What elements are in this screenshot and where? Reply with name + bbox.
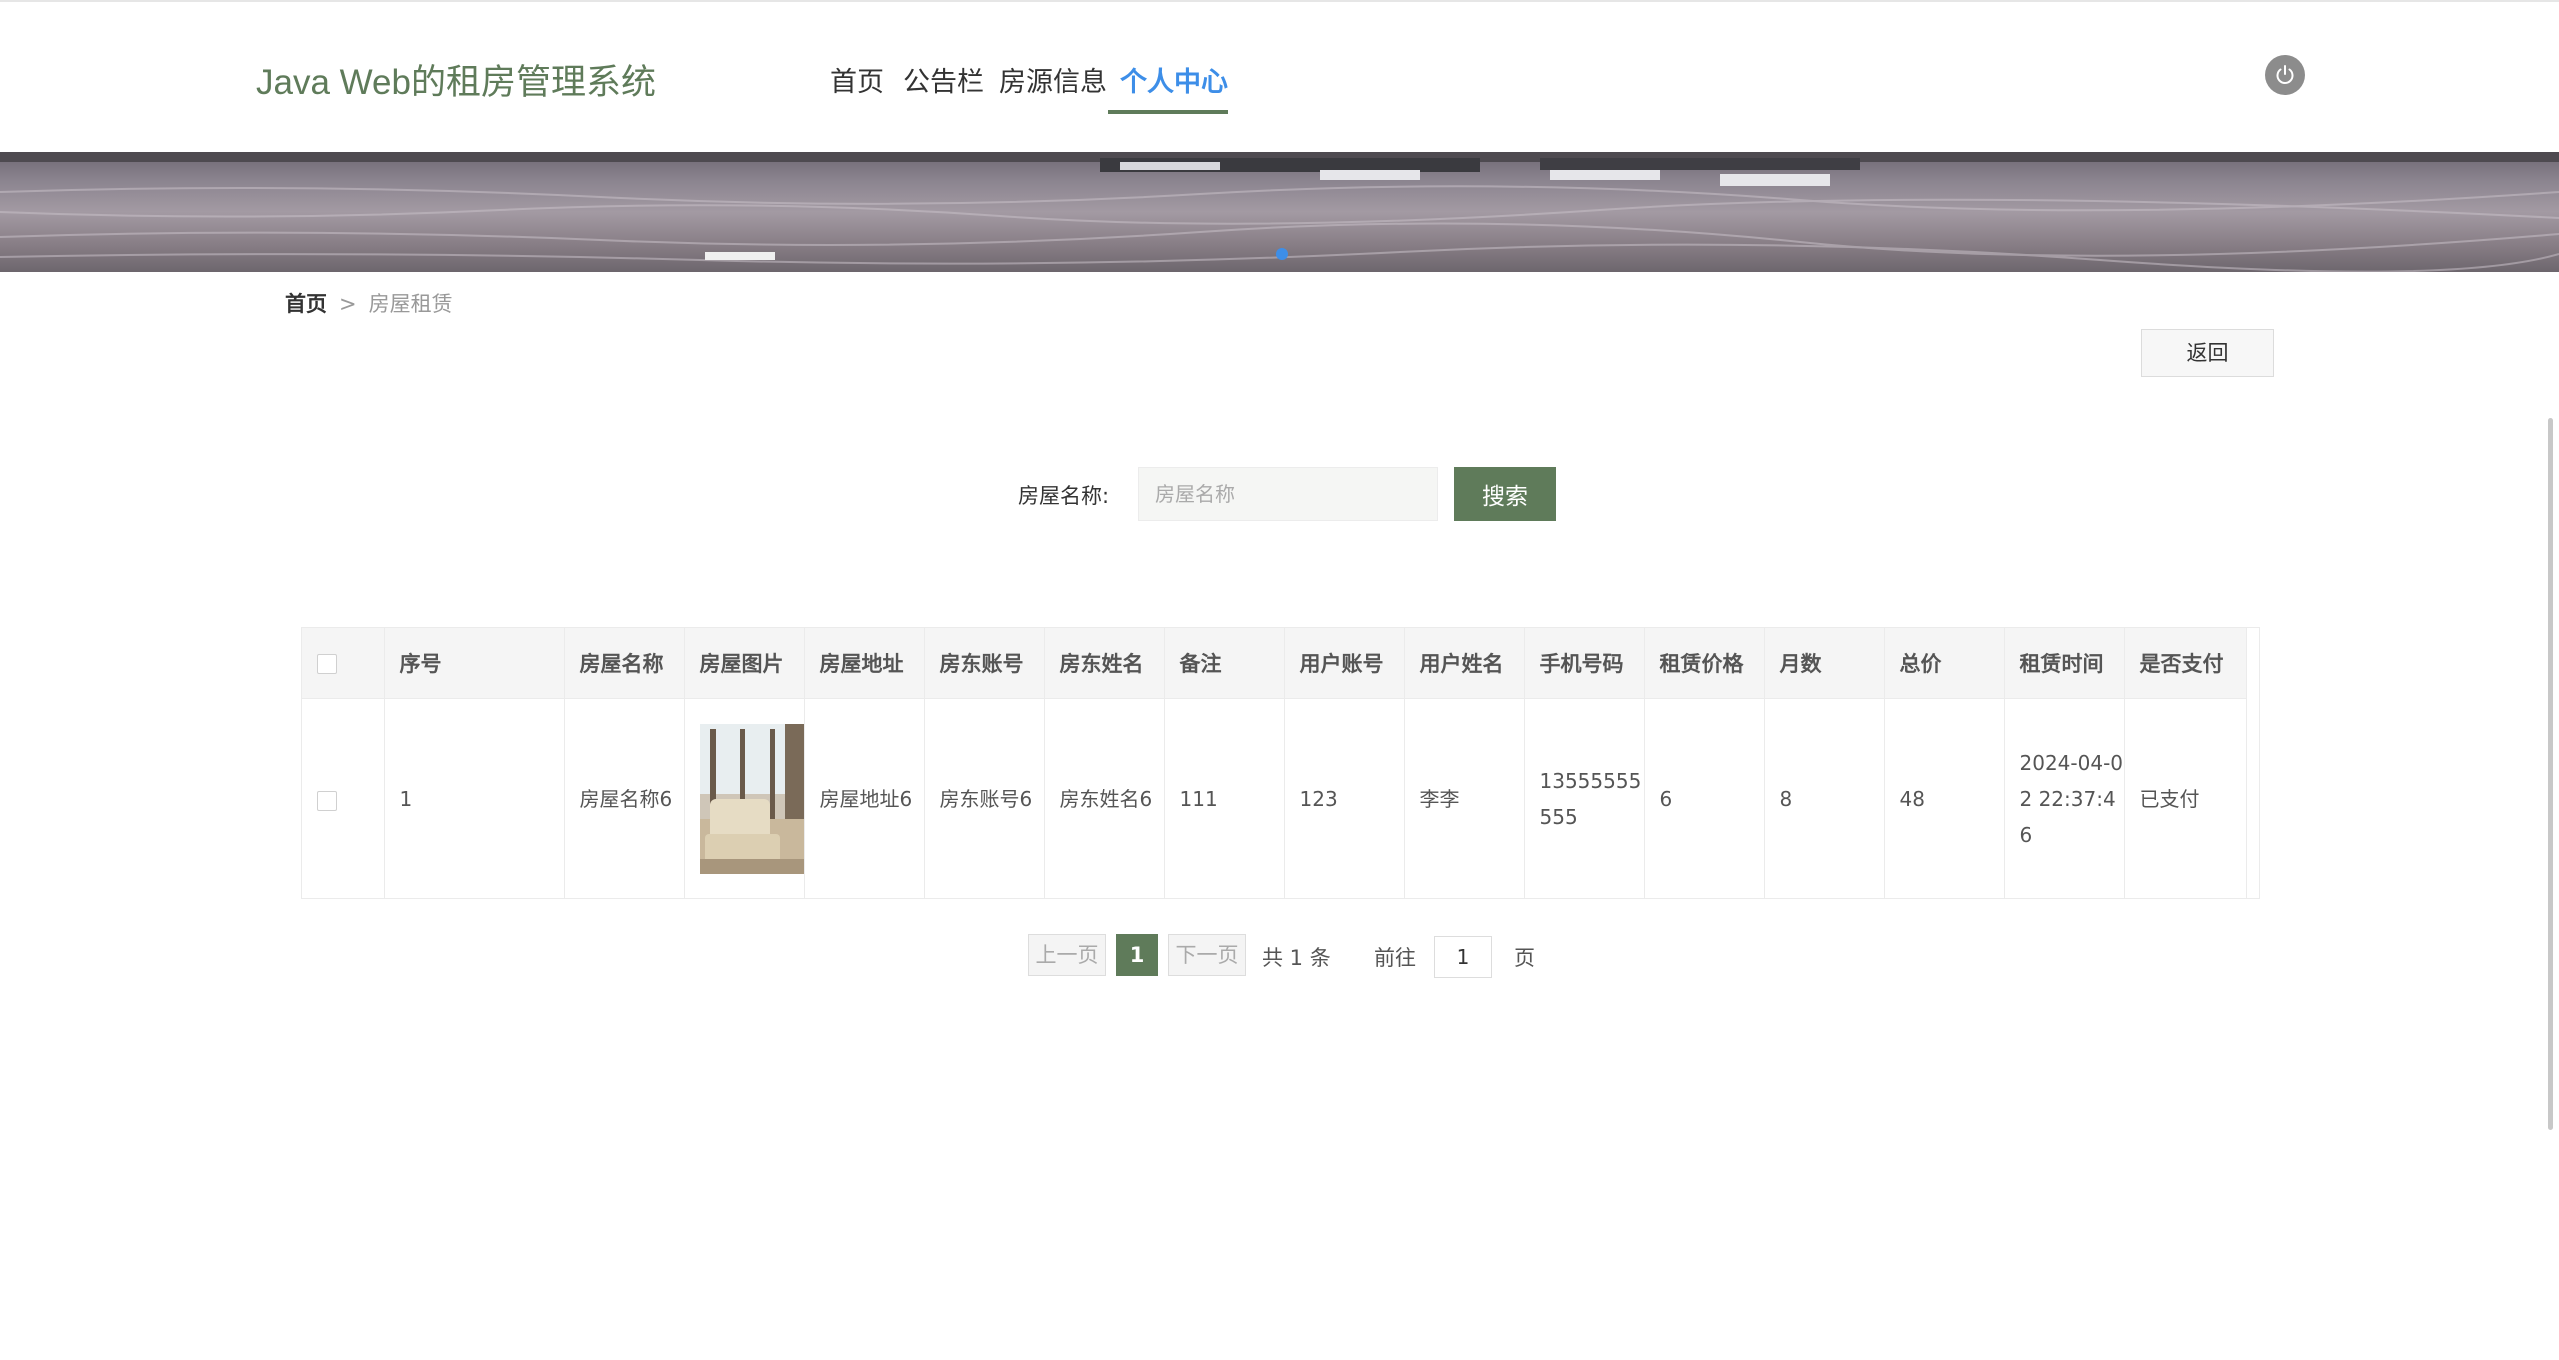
column-header: 备注 [1164, 628, 1285, 699]
carousel-indicator[interactable] [1276, 248, 1288, 260]
column-header: 房屋图片 [684, 628, 805, 699]
nav-notice-board[interactable]: 公告栏 [903, 60, 984, 99]
column-header: 用户姓名 [1404, 628, 1525, 699]
goto-label: 前往 [1374, 946, 1416, 970]
cell-index: 1 [384, 698, 565, 898]
breadcrumb-separator: > [339, 292, 357, 316]
site-title: Java Web的租房管理系统 [256, 63, 656, 102]
table-row[interactable]: 1 房屋名称6 房屋地址6 房东账号6 房东姓名6 111 123 李李 135… [302, 698, 2247, 898]
banner-carousel [0, 152, 2559, 272]
column-header: 租赁价格 [1644, 628, 1765, 699]
column-header: 是否支付 [2124, 628, 2247, 699]
column-header: 房东姓名 [1044, 628, 1165, 699]
column-header: 房屋名称 [564, 628, 685, 699]
prev-page-button[interactable]: 上一页 [1028, 934, 1106, 976]
cell-house-name: 房屋名称6 [564, 698, 685, 898]
house-thumbnail[interactable] [699, 724, 804, 874]
column-header: 手机号码 [1524, 628, 1645, 699]
nav-house-listings[interactable]: 房源信息 [999, 60, 1107, 99]
row-checkbox[interactable] [317, 790, 337, 811]
select-all-checkbox[interactable] [317, 654, 337, 674]
cell-user-name: 李李 [1404, 698, 1525, 898]
cell-total: 48 [1884, 698, 2005, 898]
logout-button[interactable] [2265, 55, 2305, 95]
cell-user-account: 123 [1284, 698, 1405, 898]
cell-remark: 111 [1164, 698, 1285, 898]
header-select-all [302, 628, 385, 699]
nav-personal-center[interactable]: 个人中心 [1120, 60, 1228, 99]
goto-page-input[interactable] [1434, 936, 1492, 978]
column-header: 总价 [1884, 628, 2005, 699]
cell-rent-time: 2024-04-02 22:37:46 [2004, 698, 2125, 898]
column-header: 房屋地址 [804, 628, 925, 699]
column-header: 月数 [1764, 628, 1885, 699]
table-header-row: 序号 房屋名称 房屋图片 房屋地址 房东账号 房东姓名 备注 用户账号 用户姓名… [302, 628, 2247, 699]
cell-months: 8 [1764, 698, 1885, 898]
page-suffix: 页 [1514, 946, 1535, 970]
power-icon [2276, 65, 2294, 84]
page-scrollbar[interactable] [2548, 418, 2553, 1130]
cell-landlord-name: 房东姓名6 [1044, 698, 1165, 898]
cell-price: 6 [1644, 698, 1765, 898]
nav-active-underline [1108, 110, 1228, 114]
column-header: 序号 [384, 628, 565, 699]
column-header: 房东账号 [924, 628, 1045, 699]
nav-home[interactable]: 首页 [830, 60, 884, 99]
cell-phone: 13555555555 [1524, 698, 1645, 898]
cell-paid-status: 已支付 [2124, 698, 2247, 898]
total-count: 共 1 条 [1262, 946, 1331, 970]
next-page-button[interactable]: 下一页 [1168, 934, 1246, 976]
page-number-current[interactable]: 1 [1116, 934, 1158, 976]
site-header: Java Web的租房管理系统 首页 公告栏 房源信息 个人中心 [0, 2, 2559, 152]
search-button[interactable]: 搜索 [1454, 467, 1556, 521]
cell-landlord-account: 房东账号6 [924, 698, 1045, 898]
column-header: 用户账号 [1284, 628, 1405, 699]
breadcrumb-home[interactable]: 首页 [285, 292, 327, 316]
back-button[interactable]: 返回 [2141, 329, 2274, 377]
cell-house-image [684, 698, 805, 898]
breadcrumb-current: 房屋租赁 [368, 292, 453, 316]
cell-house-address: 房屋地址6 [804, 698, 925, 898]
rental-table: 序号 房屋名称 房屋图片 房屋地址 房东账号 房东姓名 备注 用户账号 用户姓名… [301, 627, 2260, 899]
search-label: 房屋名称: [1018, 484, 1110, 508]
column-header: 租赁时间 [2004, 628, 2125, 699]
breadcrumb: 首页 > 房屋租赁 [285, 288, 453, 318]
row-select [302, 698, 385, 898]
house-name-search-input[interactable] [1138, 467, 1438, 521]
